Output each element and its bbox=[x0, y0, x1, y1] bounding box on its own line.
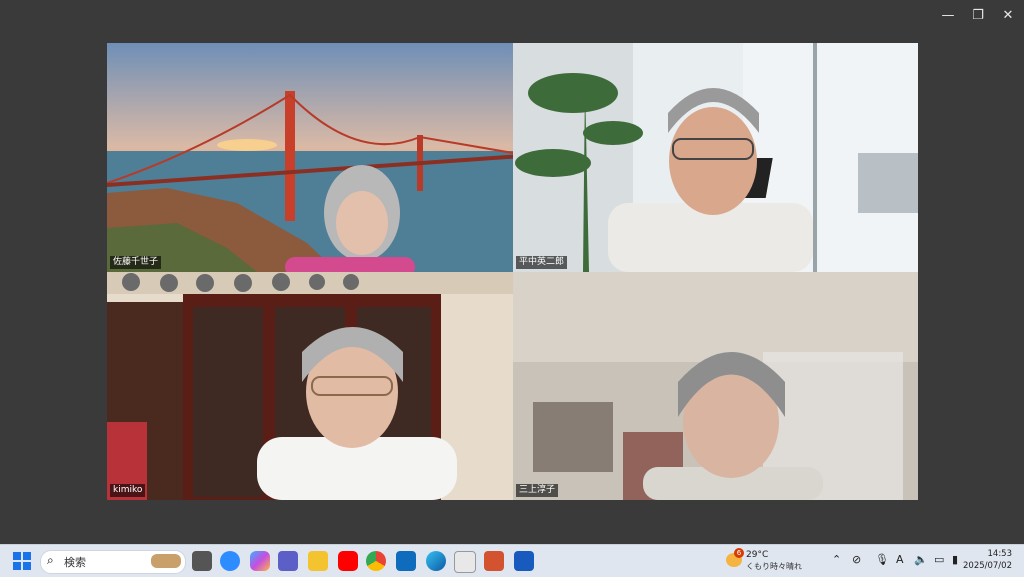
clock-time: 14:53 bbox=[987, 549, 1013, 559]
video-feed bbox=[107, 43, 513, 272]
participant-name: 佐藤千世子 bbox=[110, 256, 162, 269]
participant-name: 三上淳子 bbox=[516, 484, 559, 497]
video-grid: 佐藤千世子 平中英二郎 kimiko 三上淳子 bbox=[107, 43, 918, 500]
video-feed bbox=[107, 272, 513, 500]
participant-tile[interactable]: 平中英二郎 bbox=[513, 43, 918, 272]
chrome-icon[interactable] bbox=[366, 551, 386, 571]
microphone-icon[interactable]: 🎙 bbox=[875, 553, 889, 566]
edge-icon[interactable] bbox=[426, 551, 446, 571]
display-icon[interactable]: ▭ bbox=[934, 553, 944, 566]
participant-name: kimiko bbox=[110, 484, 146, 497]
battery-icon[interactable]: ▮ bbox=[952, 553, 958, 566]
video-feed bbox=[513, 272, 918, 500]
minimize-button[interactable]: — bbox=[934, 4, 962, 26]
ime-indicator[interactable]: A bbox=[896, 553, 904, 566]
search-icon: ⌕ bbox=[47, 553, 54, 567]
restore-button[interactable]: ❐ bbox=[964, 4, 992, 26]
search-box[interactable]: ⌕ 検索 bbox=[40, 550, 186, 574]
word-icon[interactable] bbox=[514, 551, 534, 571]
minimize-icon: — bbox=[941, 7, 955, 23]
clock[interactable]: 14:53 2025/07/02 bbox=[963, 548, 1012, 572]
participant-name: 平中英二郎 bbox=[516, 256, 568, 269]
task-view-icon[interactable] bbox=[192, 551, 212, 571]
participant-tile-active-speaker[interactable]: 三上淳子 bbox=[513, 272, 918, 500]
chevron-up-icon[interactable]: ⌃ bbox=[832, 553, 841, 566]
weather-badge: 6 bbox=[734, 548, 744, 558]
copilot-icon[interactable] bbox=[250, 551, 270, 571]
weather-temp: 29°C bbox=[746, 550, 769, 560]
video-feed bbox=[513, 43, 918, 272]
outlook-icon[interactable] bbox=[396, 551, 416, 571]
participant-tile[interactable]: kimiko bbox=[107, 272, 513, 500]
clock-date: 2025/07/02 bbox=[963, 561, 1012, 571]
zoom-icon[interactable] bbox=[220, 551, 240, 571]
network-offline-icon[interactable]: ⊘ bbox=[852, 553, 861, 566]
search-placeholder: 検索 bbox=[64, 556, 86, 569]
weather-desc: くもり時々晴れ bbox=[746, 562, 802, 571]
restore-icon: ❐ bbox=[972, 7, 984, 23]
file-explorer-icon[interactable] bbox=[308, 551, 328, 571]
close-icon: ✕ bbox=[1002, 7, 1014, 23]
youtube-icon[interactable] bbox=[338, 551, 358, 571]
weather-widget[interactable]: 6 29°C くもり時々晴れ bbox=[726, 548, 806, 574]
teams-icon[interactable] bbox=[278, 551, 298, 571]
speaker-icon[interactable]: 🔈 bbox=[914, 553, 928, 566]
participant-tile[interactable]: 佐藤千世子 bbox=[107, 43, 513, 272]
search-highlight-icon bbox=[151, 554, 181, 568]
taskbar: ⌕ 検索 6 29°C くもり時々晴れ ⌃ ⊘ 🎙 A 🔈 ▭ ▮ 14:53 … bbox=[0, 544, 1024, 577]
powerpoint-icon[interactable] bbox=[484, 551, 504, 571]
notepad-icon[interactable] bbox=[454, 551, 476, 573]
close-button[interactable]: ✕ bbox=[994, 4, 1022, 26]
windows-start-icon[interactable] bbox=[12, 551, 32, 571]
